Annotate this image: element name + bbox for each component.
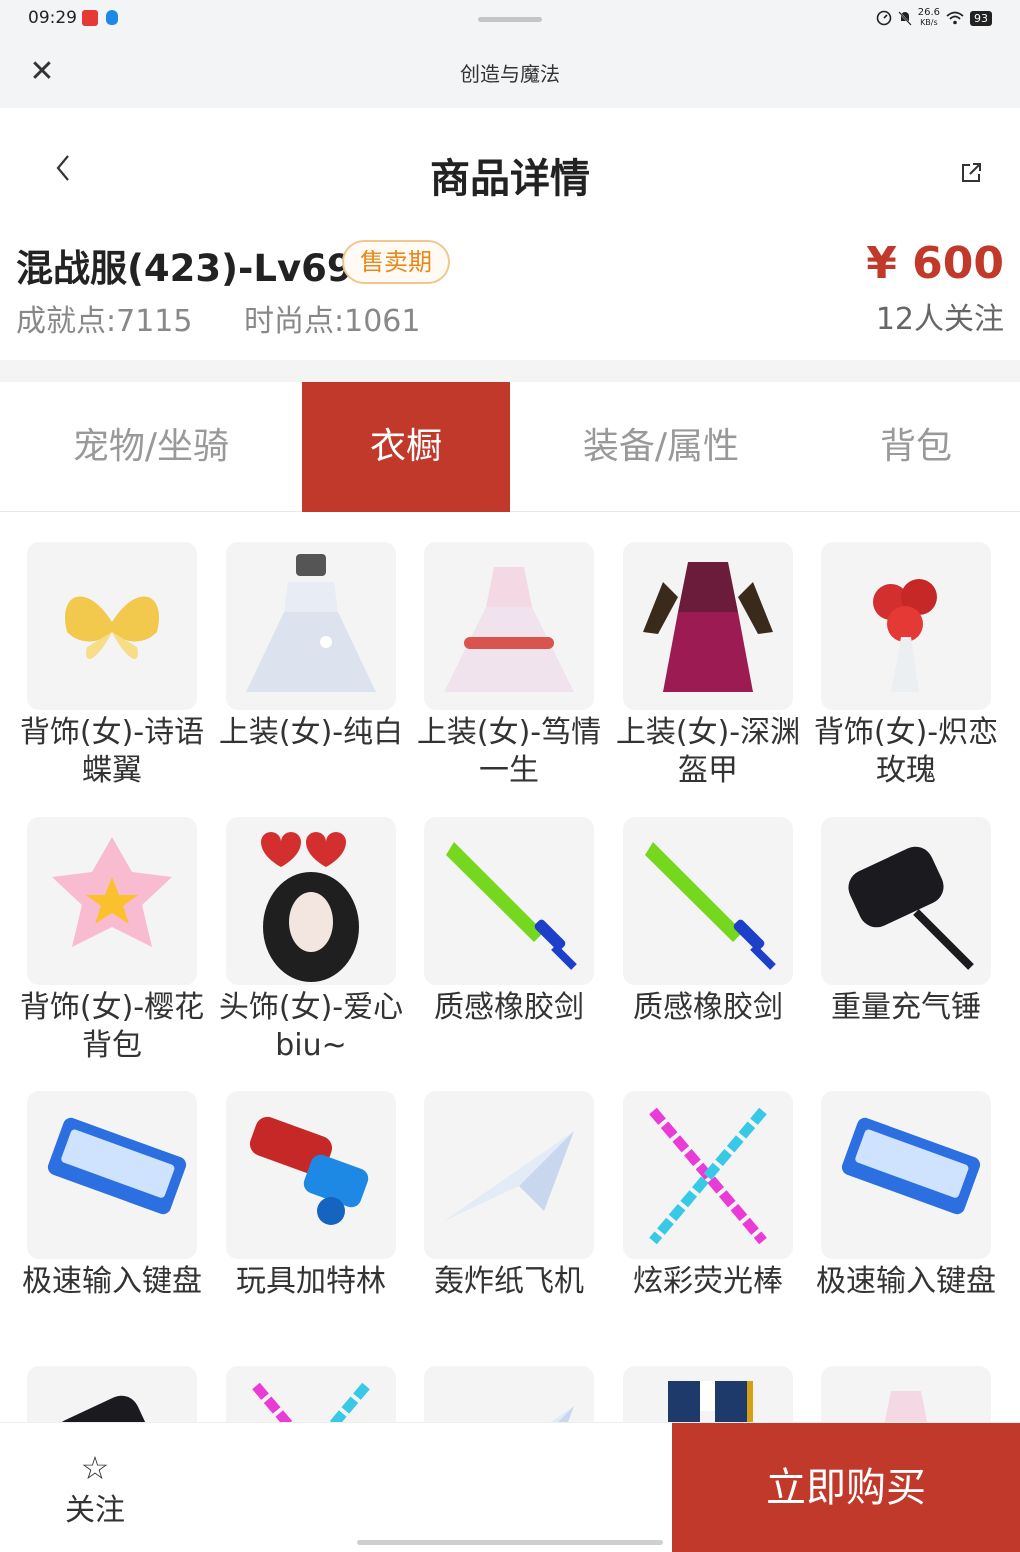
drag-handle[interactable] [478, 17, 542, 22]
tab-wardrobe[interactable]: 衣橱 [302, 382, 510, 512]
wardrobe-item[interactable]: 上装(女)-纯白 [219, 542, 403, 752]
wardrobe-item-label: 重量充气锤 [831, 990, 981, 1025]
wardrobe-item[interactable]: 背饰(女)-诗语蝶翼 [20, 542, 204, 790]
wardrobe-item[interactable] [623, 1366, 793, 1422]
follow-button[interactable]: ☆ 关注 [40, 1451, 150, 1531]
wardrobe-item-label: 极速输入键盘 [22, 1264, 202, 1299]
achievement-points: 成就点:7115 [16, 304, 193, 339]
tab-equipment-attributes[interactable]: 装备/属性 [510, 382, 812, 512]
abyss-armor-icon [623, 542, 793, 710]
paper-plane-icon [424, 1366, 594, 1422]
share-icon[interactable] [956, 158, 986, 188]
product-name: 混战服(423)-Lv69 [16, 247, 353, 290]
wardrobe-item[interactable]: 背饰(女)-樱花背包 [20, 817, 204, 1065]
wardrobe-item-label: 头饰(女)-爱心biu~ [218, 990, 404, 1063]
rubber-sword-icon [424, 817, 594, 985]
follow-label: 关注 [65, 1493, 125, 1528]
miniprogram-title: 创造与魔法 [460, 62, 560, 86]
net-speed: 26.6 KB/s [918, 8, 940, 28]
page-title: 商品详情 [430, 156, 590, 202]
wardrobe-item[interactable]: 质感橡胶剑 [424, 817, 594, 1027]
wardrobe-item-label: 背饰(女)-樱花背包 [19, 990, 205, 1063]
mute-icon [897, 11, 912, 26]
wardrobe-item[interactable]: 背饰(女)-炽恋玫瑰 [814, 542, 998, 790]
wardrobe-item-label: 上装(女)-笃情一生 [416, 715, 602, 788]
wardrobe-item-label: 上装(女)-深渊盔甲 [615, 715, 801, 788]
sakura-backpack-icon [27, 817, 197, 985]
wardrobe-item-label: 上装(女)-纯白 [218, 715, 404, 750]
speedometer-icon [876, 10, 892, 26]
wardrobe-item[interactable]: 轰炸纸飞机 [424, 1091, 594, 1301]
inflatable-hammer-icon [821, 817, 991, 985]
wardrobe-item[interactable]: 玩具加特林 [226, 1091, 396, 1301]
heart-headband-icon [226, 817, 396, 985]
wardrobe-item[interactable] [27, 1366, 197, 1422]
wardrobe-item-label: 质感橡胶剑 [633, 990, 783, 1025]
product-price: ¥ 600 [866, 238, 1004, 289]
product-summary: 混战服(423)-Lv69 售卖期 成就点:7115 时尚点:1061 ¥ 60… [0, 218, 1020, 360]
wifi-icon [946, 11, 964, 25]
toy-gatling-icon [226, 1091, 396, 1259]
tab-pets-mounts[interactable]: 宠物/坐骑 [0, 382, 302, 512]
wardrobe-item[interactable]: 极速输入键盘 [22, 1091, 202, 1301]
inflatable-hammer-icon [27, 1366, 197, 1422]
butterfly-wings-icon [27, 542, 197, 710]
wardrobe-item-label: 极速输入键盘 [816, 1264, 996, 1299]
wardrobe-item[interactable]: 质感橡胶剑 [623, 817, 793, 1027]
net-speed-value: 26.6 [917, 7, 940, 18]
wardrobe-item-label: 背饰(女)-炽恋玫瑰 [813, 715, 999, 788]
wardrobe-item-label: 质感橡胶剑 [434, 990, 584, 1025]
battery-level: 93 [970, 10, 992, 26]
fashion-points: 时尚点:1061 [244, 304, 421, 339]
wardrobe-item[interactable]: 重量充气锤 [821, 817, 991, 1027]
wardrobe-item[interactable]: 炫彩荧光棒 [623, 1091, 793, 1301]
detail-tabs: 宠物/坐骑 衣橱 装备/属性 背包 [0, 382, 1020, 512]
follower-count: 12人关注 [875, 302, 1004, 337]
wardrobe-item-label: 背饰(女)-诗语蝶翼 [19, 715, 205, 788]
app-notification-icon [82, 10, 98, 26]
qq-notification-icon [106, 10, 118, 25]
bottom-bar: ☆ 关注 立即购买 [0, 1422, 1020, 1552]
tab-backpack[interactable]: 背包 [812, 382, 1020, 512]
status-badge: 售卖期 [342, 240, 450, 284]
white-dress-icon [226, 542, 396, 710]
keyboard-icon [821, 1091, 991, 1259]
jeans-icon [623, 1366, 793, 1422]
wardrobe-item[interactable] [424, 1366, 594, 1422]
star-outline-icon: ☆ [80, 1449, 110, 1487]
paper-plane-icon [424, 1091, 594, 1259]
wardrobe-grid: 背饰(女)-诗语蝶翼 上装(女)-纯白 上装(女)-笃情一生 上装(女)-深渊盔甲 背饰… [0, 513, 1020, 1422]
wardrobe-item-label: 轰炸纸飞机 [434, 1264, 584, 1299]
wedding-dress-icon [424, 542, 594, 710]
glow-sticks-icon [226, 1366, 396, 1422]
rubber-sword-icon [623, 817, 793, 985]
wardrobe-item[interactable] [226, 1366, 396, 1422]
wardrobe-item[interactable]: 上装(女)-深渊盔甲 [616, 542, 800, 790]
keyboard-icon [27, 1091, 197, 1259]
miniprogram-title-bar: ✕ 创造与魔法 [0, 40, 1020, 108]
wedding-dress-icon [821, 1366, 991, 1422]
status-bar: 09:29 26.6 KB/s 93 [0, 0, 1020, 40]
wardrobe-item[interactable]: 上装(女)-笃情一生 [417, 542, 601, 790]
home-indicator [357, 1540, 663, 1545]
wardrobe-item[interactable]: 极速输入键盘 [816, 1091, 996, 1301]
rose-bouquet-icon [821, 542, 991, 710]
wardrobe-item[interactable] [821, 1366, 991, 1422]
net-speed-unit: KB/s [920, 18, 938, 27]
status-time: 09:29 [28, 8, 77, 28]
page-header: 商品详情 [0, 108, 1020, 218]
buy-now-button[interactable]: 立即购买 [672, 1423, 1020, 1552]
status-icons: 26.6 KB/s 93 [876, 8, 992, 28]
wardrobe-item-label: 炫彩荧光棒 [633, 1264, 783, 1299]
section-divider [0, 360, 1020, 382]
wardrobe-item-label: 玩具加特林 [236, 1264, 386, 1299]
glow-sticks-icon [623, 1091, 793, 1259]
wardrobe-item[interactable]: 头饰(女)-爱心biu~ [219, 817, 403, 1065]
